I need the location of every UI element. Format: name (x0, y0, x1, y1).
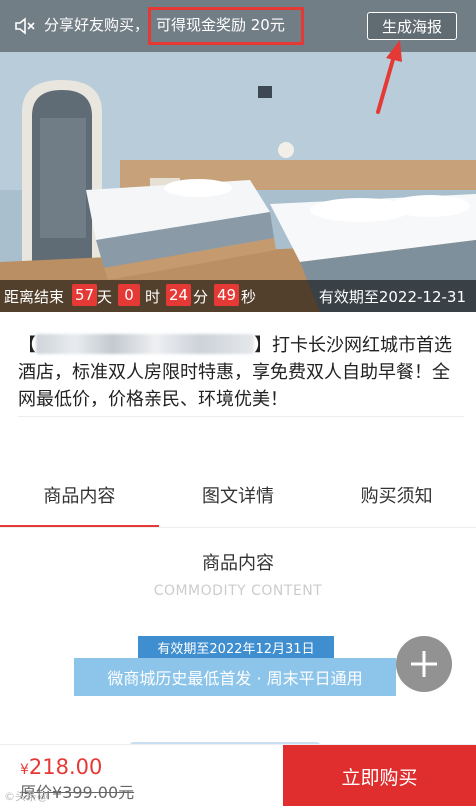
plus-button[interactable] (396, 636, 452, 692)
countdown-seconds: 49 (214, 284, 240, 306)
countdown-hours: 0 (118, 284, 140, 306)
countdown-bar: 距离结束 57 天 0 时 24 分 49 秒 有效期至2022-12-31 (0, 280, 476, 312)
price: ¥218.00 (20, 755, 102, 779)
section-subtitle: COMMODITY CONTENT (153, 583, 323, 599)
watermark: ©头条@ (4, 790, 48, 803)
tabs-divider (0, 527, 476, 528)
countdown-hours-unit: 时 (145, 288, 161, 306)
price-currency: ¥ (20, 762, 29, 778)
tab-details[interactable]: 图文详情 (159, 470, 318, 528)
hero-banner: 分享好友购买， 可得现金奖励 20元 生成海报 距离结束 57 天 0 时 24… (0, 0, 476, 312)
price-value: 218.00 (28, 755, 103, 779)
valid-until-text: 有效期至2022-12-31 (318, 288, 466, 306)
share-text: 分享好友购买， (44, 16, 150, 34)
countdown-seconds-unit: 秒 (241, 288, 257, 306)
bracket-open: 【 (18, 335, 36, 356)
countdown-days-unit: 天 (97, 288, 113, 306)
product-description: 【】打卡长沙网红城市首选酒店，标准双人房限时特惠，享免费双人自助早餐！全网最低价… (18, 332, 464, 413)
countdown-label: 距离结束 (4, 288, 65, 306)
tab-bar: 商品内容 图文详情 购买须知 (0, 470, 476, 528)
countdown-days: 57 (72, 284, 98, 306)
countdown-minutes-unit: 分 (193, 288, 209, 306)
blurred-hotel-name (36, 334, 254, 354)
purchase-footer: ¥218.00 原价¥399.00元 立即购买 (0, 744, 476, 806)
red-arrow-icon (376, 40, 402, 114)
buy-now-button[interactable]: 立即购买 (283, 745, 476, 806)
tab-product-content[interactable]: 商品内容 (0, 470, 159, 528)
tab-purchase-notes[interactable]: 购买须知 (317, 470, 476, 528)
countdown-minutes: 24 (166, 284, 192, 306)
section-title: 商品内容 (202, 553, 274, 574)
reward-text: 可得现金奖励 20元 (156, 16, 285, 34)
generate-poster-button[interactable]: 生成海报 (367, 12, 457, 40)
speaker-muted-icon (15, 17, 35, 35)
bracket-close: 】 (254, 335, 272, 356)
plus-icon (411, 651, 437, 677)
promo-card: 微商城历史最低首发 · 周末平日通用 (74, 658, 396, 696)
promo-validity-tag: 有效期至2022年12月31日 (138, 636, 334, 658)
divider (18, 416, 464, 417)
